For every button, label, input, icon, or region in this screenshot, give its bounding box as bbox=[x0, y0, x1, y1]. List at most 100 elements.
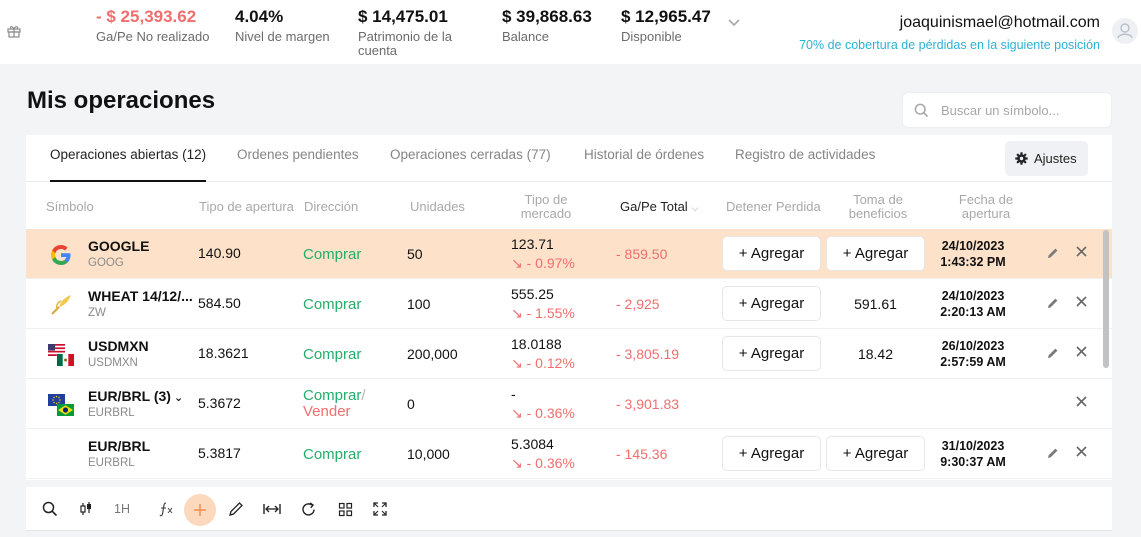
metric-balance: $ 39,868.63 Balance bbox=[502, 7, 592, 44]
tab-activity-log[interactable]: Registro de actividades bbox=[735, 147, 875, 162]
direction: Comprar bbox=[303, 446, 362, 463]
tab-order-history[interactable]: Historial de órdenes bbox=[584, 147, 704, 162]
market-price: 123.71 ↘ - 0.97% bbox=[511, 236, 575, 272]
col-stop-loss[interactable]: Detener Perdida bbox=[726, 200, 821, 214]
settings-button[interactable]: Ajustes bbox=[1005, 141, 1088, 176]
col-symbol[interactable]: Símbolo bbox=[46, 200, 94, 214]
table-row[interactable]: GOOGLE GOOG 140.90 Comprar 50 123.71 ↘ - … bbox=[26, 229, 1112, 279]
units: 100 bbox=[407, 296, 431, 312]
chevron-down-icon[interactable] bbox=[727, 18, 741, 28]
tab-pending-orders[interactable]: Ordenes pendientes bbox=[237, 147, 359, 162]
col-pl-total[interactable]: Ga/Pe Total ⌵ bbox=[620, 200, 699, 215]
grid-icon bbox=[338, 502, 352, 516]
col-take-profit[interactable]: Toma de beneficios bbox=[838, 193, 918, 221]
metric-value: - $ 25,393.62 bbox=[96, 7, 197, 26]
metric-margin-level: 4.04% Nivel de margen bbox=[235, 7, 330, 44]
date: 24/10/2023 bbox=[941, 239, 1005, 253]
chevron-down-icon[interactable]: ⌄ bbox=[174, 392, 183, 404]
metric-unrealized-pl: - $ 25,393.62 Ga/Pe No realizado bbox=[96, 7, 209, 44]
wheat-icon bbox=[51, 295, 71, 315]
tab-open-operations[interactable]: Operaciones abiertas (12) bbox=[50, 147, 206, 162]
date: 26/10/2023 bbox=[941, 339, 1005, 353]
time: 1:43:32 PM bbox=[940, 255, 1006, 269]
market-change: ↘ - 0.97% bbox=[511, 255, 575, 271]
sort-desc-icon[interactable]: ⌵ bbox=[692, 201, 699, 215]
tab-closed-operations[interactable]: Operaciones cerradas (77) bbox=[390, 147, 551, 162]
fullscreen-icon bbox=[373, 502, 387, 516]
gift-icon[interactable] bbox=[7, 24, 21, 38]
col-open-date[interactable]: Fecha de apertura bbox=[946, 193, 1026, 221]
units: 200,000 bbox=[407, 346, 458, 362]
indicators-tool[interactable] bbox=[154, 497, 178, 521]
page-title: Mis operaciones bbox=[27, 87, 216, 114]
col-open-price[interactable]: Tipo de apertura bbox=[199, 200, 294, 214]
pencil-icon[interactable] bbox=[1047, 297, 1059, 309]
table-row-group[interactable]: EUR/BRL (3) ⌄ EURBRL 5.3672 Comprar/ Vende… bbox=[26, 379, 1112, 429]
horizontal-range-icon bbox=[263, 504, 281, 514]
pl-total: - 145.36 bbox=[616, 446, 668, 462]
col-direction[interactable]: Dirección bbox=[304, 200, 358, 214]
col-units[interactable]: Unidades bbox=[410, 200, 465, 214]
metric-value: 4.04% bbox=[235, 7, 284, 26]
market-price: 18.0188 ↘ - 0.12% bbox=[511, 336, 575, 372]
close-icon[interactable] bbox=[1076, 346, 1087, 357]
search-input[interactable] bbox=[941, 93, 1106, 127]
add-drawing-tool[interactable] bbox=[184, 494, 216, 526]
time: 9:30:37 AM bbox=[940, 455, 1006, 469]
pencil-icon[interactable] bbox=[1047, 447, 1059, 459]
add-take-profit-button[interactable]: + Agregar bbox=[826, 236, 925, 271]
take-profit-value[interactable]: 18.42 bbox=[826, 346, 925, 362]
search-icon bbox=[914, 103, 929, 118]
pl-total: - 3,805.19 bbox=[616, 346, 680, 362]
open-price: 18.3621 bbox=[198, 345, 249, 361]
market-value: - bbox=[511, 386, 516, 402]
add-stop-loss-button[interactable]: + Agregar bbox=[722, 436, 821, 471]
pencil-icon[interactable] bbox=[1047, 347, 1059, 359]
symbol-group-toggle[interactable]: EUR/BRL (3) ⌄ bbox=[88, 388, 183, 404]
table-row[interactable]: EUR/BRL EURBRL 5.3817 Comprar 10,000 5.3… bbox=[26, 429, 1112, 479]
direction-separator: / bbox=[361, 387, 366, 404]
close-icon[interactable] bbox=[1076, 296, 1087, 307]
layout-tool[interactable] bbox=[333, 497, 357, 521]
operations-panel: Operaciones abiertas (12) Ordenes pendie… bbox=[26, 135, 1112, 480]
add-stop-loss-button[interactable]: + Agregar bbox=[722, 286, 821, 321]
avatar[interactable] bbox=[1112, 18, 1138, 44]
symbol-code: GOOG bbox=[88, 257, 124, 269]
close-icon[interactable] bbox=[1076, 396, 1087, 407]
add-stop-loss-button[interactable]: + Agregar bbox=[722, 336, 821, 371]
symbol-code: ZW bbox=[88, 307, 106, 319]
zoom-tool[interactable] bbox=[38, 497, 62, 521]
close-icon[interactable] bbox=[1076, 446, 1087, 457]
table-header: Símbolo Tipo de apertura Dirección Unida… bbox=[26, 184, 1112, 228]
draw-tool[interactable] bbox=[224, 497, 248, 521]
market-change: ↘ - 1.55% bbox=[511, 305, 575, 321]
units: 50 bbox=[407, 246, 423, 262]
symbol-search[interactable] bbox=[902, 92, 1112, 128]
close-icon[interactable] bbox=[1076, 246, 1087, 257]
direction-buy: Comprar bbox=[303, 387, 362, 404]
col-pl-total-label: Ga/Pe Total bbox=[620, 199, 688, 214]
symbol-name: GOOGLE bbox=[88, 238, 150, 254]
time: 2:57:59 AM bbox=[940, 355, 1006, 369]
add-take-profit-button[interactable]: + Agregar bbox=[826, 436, 925, 471]
table-row[interactable]: WHEAT 14/12/... ZW 584.50 Comprar 100 55… bbox=[26, 279, 1112, 329]
metric-label: Ga/Pe No realizado bbox=[96, 29, 210, 44]
candle-style-tool[interactable] bbox=[74, 497, 98, 521]
candlestick-icon bbox=[80, 502, 91, 515]
direction: Comprar bbox=[303, 246, 362, 263]
market-value: 123.71 bbox=[511, 236, 554, 252]
pencil-icon[interactable] bbox=[1047, 247, 1059, 259]
table-scrollbar[interactable] bbox=[1103, 230, 1109, 368]
metric-value: $ 14,475.01 bbox=[358, 7, 448, 26]
user-icon bbox=[1117, 23, 1133, 39]
col-market[interactable]: Tipo de mercado bbox=[506, 193, 586, 221]
measure-tool[interactable] bbox=[260, 497, 284, 521]
table-row[interactable]: USDMXN USDMXN 18.3621 Comprar 200,000 18… bbox=[26, 329, 1112, 379]
metric-available: $ 12,965.47 Disponible bbox=[621, 7, 711, 44]
fullscreen-tool[interactable] bbox=[368, 497, 392, 521]
interval-selector[interactable]: 1H bbox=[110, 497, 134, 521]
add-stop-loss-button[interactable]: + Agregar bbox=[722, 236, 821, 271]
reset-tool[interactable] bbox=[296, 497, 320, 521]
market-price: - ↘ - 0.36% bbox=[511, 386, 575, 422]
take-profit-value[interactable]: 591.61 bbox=[826, 296, 925, 312]
